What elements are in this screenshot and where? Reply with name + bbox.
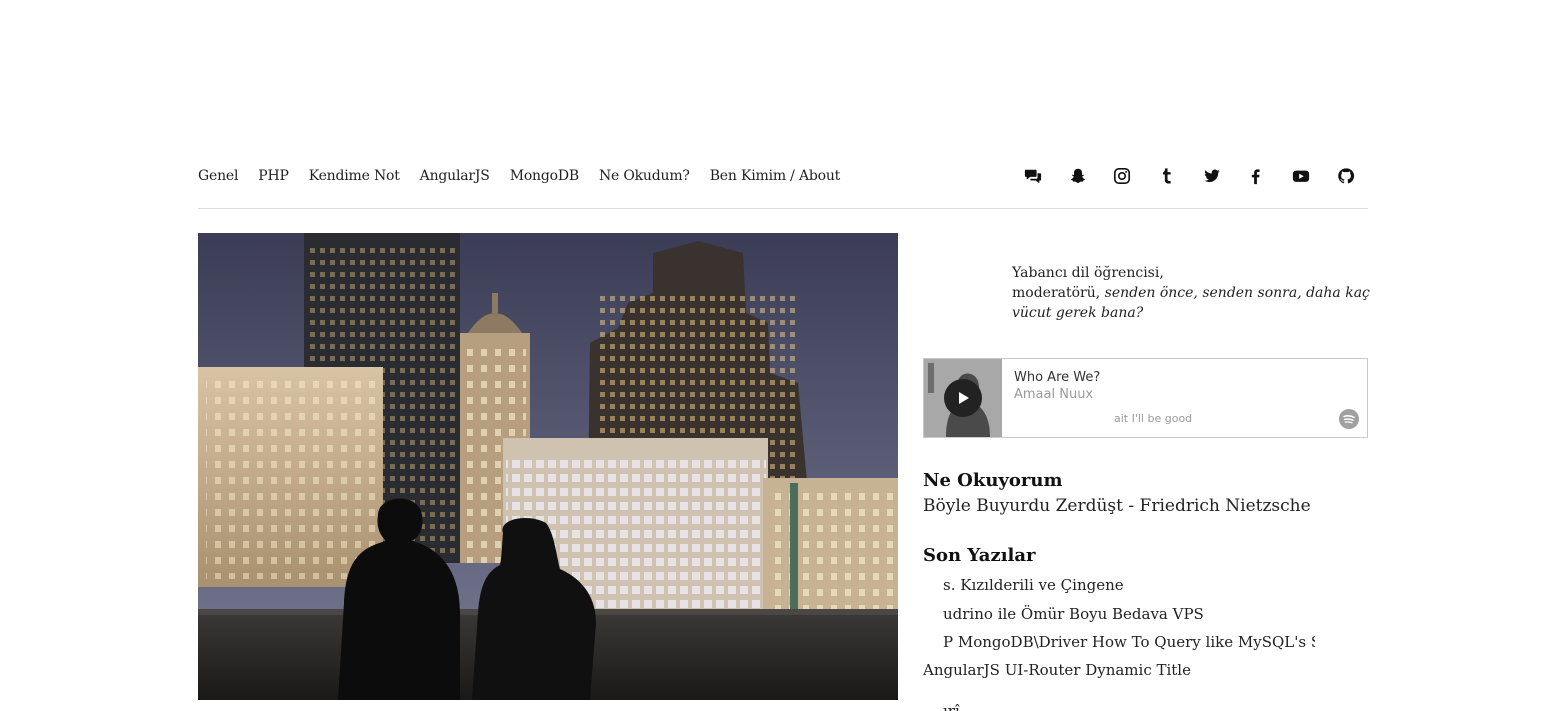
- comments-icon[interactable]: [1011, 164, 1056, 188]
- nav-item-php[interactable]: PHP: [258, 168, 289, 184]
- twitter-icon[interactable]: [1189, 164, 1234, 188]
- nav-item-angularjs[interactable]: AngularJS: [420, 168, 490, 184]
- play-icon: [959, 392, 969, 404]
- current-book-link[interactable]: Böyle Buyurdu Zerdüşt - Friedrich Nietzs…: [923, 496, 1311, 516]
- social-links: [1011, 164, 1369, 188]
- instagram-icon[interactable]: [1100, 164, 1145, 188]
- facebook-icon[interactable]: [1234, 164, 1279, 188]
- city-night-photo: [198, 233, 898, 700]
- youtube-icon[interactable]: [1279, 164, 1324, 188]
- recent-post-item[interactable]: udrino ile Ömür Boyu Bedava VPS: [943, 605, 1204, 623]
- recent-posts-heading: Son Yazılar: [923, 545, 1036, 566]
- track-artist[interactable]: Amaal Nuux: [1014, 387, 1093, 402]
- reading-heading: Ne Okuyorum: [923, 470, 1063, 491]
- bio-line-1: Yabancı dil öğrencisi,: [1012, 265, 1164, 281]
- nav-links: Genel PHP Kendime Not AngularJS MongoDB …: [198, 168, 860, 184]
- recent-post-item[interactable]: P MongoDB\Driver How To Query like MySQL…: [943, 633, 1315, 651]
- recent-post-item[interactable]: ırî: [943, 702, 960, 711]
- recent-post-item[interactable]: s. Kızılderili ve Çingene: [943, 576, 1124, 594]
- play-button[interactable]: [944, 379, 982, 417]
- nav-item-ne-okudum[interactable]: Ne Okudum?: [599, 168, 690, 184]
- author-bio-quote: Yabancı dil öğrencisi, moderatörü, sende…: [1012, 263, 1372, 323]
- bio-line-2: moderatörü, senden önce, senden sonra, d…: [1012, 283, 1372, 323]
- snapchat-icon[interactable]: [1055, 164, 1100, 188]
- featured-post-image[interactable]: [198, 233, 898, 700]
- tumblr-icon[interactable]: [1145, 164, 1190, 188]
- main-nav: Genel PHP Kendime Not AngularJS MongoDB …: [198, 164, 1368, 209]
- github-icon[interactable]: [1323, 164, 1368, 188]
- nav-item-about[interactable]: Ben Kimim / About: [710, 168, 841, 184]
- recent-post-item[interactable]: AngularJS UI-Router Dynamic Title: [923, 661, 1191, 679]
- album-cover: [924, 359, 1002, 437]
- nav-item-kendime-not[interactable]: Kendime Not: [309, 168, 400, 184]
- nav-item-genel[interactable]: Genel: [198, 168, 238, 184]
- spotify-player: Who Are We? Amaal Nuux ait I'll be good: [923, 358, 1368, 438]
- track-lyric: ait I'll be good: [1114, 412, 1193, 425]
- track-title[interactable]: Who Are We?: [1014, 370, 1100, 385]
- spotify-icon[interactable]: [1339, 409, 1359, 429]
- bio-line-2-plain: moderatörü,: [1012, 285, 1105, 301]
- nav-item-mongodb[interactable]: MongoDB: [510, 168, 579, 184]
- recent-posts-list: s. Kızılderili ve Çingene udrino ile Ömü…: [923, 574, 1323, 711]
